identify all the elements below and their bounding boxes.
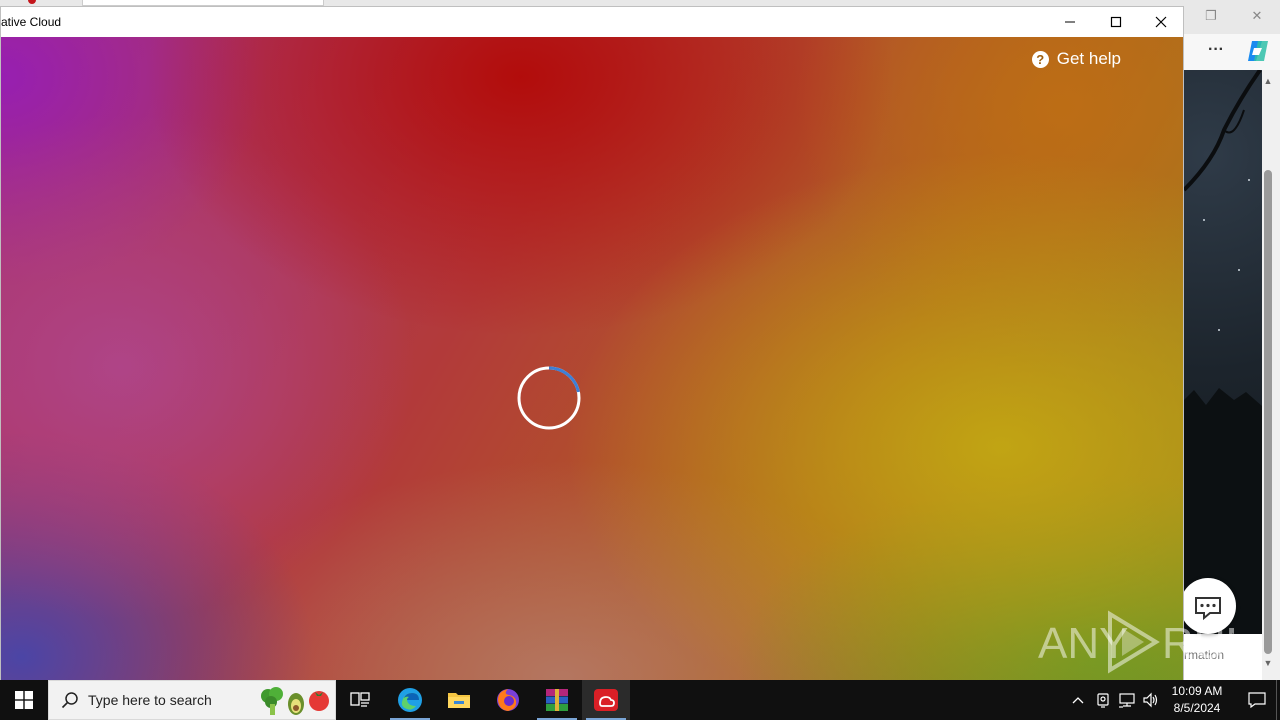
taskbar: Type here to search 10:09 AM 8/5/2024 bbox=[0, 680, 1280, 720]
windows-logo-icon bbox=[15, 691, 33, 709]
watermark-text-right: RUN bbox=[1162, 619, 1234, 668]
loading-spinner bbox=[517, 366, 581, 430]
speaker-icon bbox=[1143, 692, 1158, 708]
browser-restore-icon[interactable]: ❐ bbox=[1200, 6, 1222, 26]
action-center-button[interactable] bbox=[1234, 680, 1280, 720]
edge-taskbar-button[interactable] bbox=[386, 680, 434, 720]
close-button[interactable] bbox=[1138, 7, 1184, 37]
creative-cloud-taskbar-button[interactable] bbox=[582, 680, 630, 720]
task-view-button[interactable] bbox=[336, 680, 384, 720]
maximize-icon bbox=[1110, 16, 1122, 28]
notification-icon bbox=[1248, 692, 1266, 708]
creative-cloud-window: ative Cloud ? Get help bbox=[0, 6, 1184, 680]
clock-time: 10:09 AM bbox=[1171, 684, 1223, 698]
winrar-taskbar-button[interactable] bbox=[533, 680, 581, 720]
browser-tab-favicon bbox=[28, 0, 36, 4]
help-icon: ? bbox=[1031, 50, 1049, 68]
scroll-down-icon[interactable]: ▼ bbox=[1262, 658, 1274, 668]
meet-now-tray-button[interactable] bbox=[1092, 680, 1114, 720]
get-help-link[interactable]: ? Get help bbox=[1031, 47, 1121, 71]
start-button[interactable] bbox=[0, 680, 48, 720]
network-tray-button[interactable] bbox=[1116, 680, 1138, 720]
firefox-taskbar-button[interactable] bbox=[484, 680, 532, 720]
file-explorer-taskbar-button[interactable] bbox=[435, 680, 483, 720]
chevron-up-icon bbox=[1072, 697, 1084, 704]
window-title: ative Cloud bbox=[1, 15, 62, 29]
watermark-text-left: ANY bbox=[1038, 619, 1128, 668]
clock-date: 8/5/2024 bbox=[1173, 701, 1221, 715]
creative-cloud-icon bbox=[594, 689, 618, 711]
taskbar-clock[interactable]: 10:09 AM 8/5/2024 bbox=[1160, 683, 1234, 717]
get-help-label: Get help bbox=[1056, 49, 1121, 68]
file-explorer-icon bbox=[448, 693, 470, 708]
scroll-up-icon[interactable]: ▲ bbox=[1262, 76, 1274, 86]
minimize-icon bbox=[1065, 21, 1075, 23]
edge-icon bbox=[398, 688, 422, 712]
task-view-icon bbox=[350, 692, 370, 707]
volume-tray-button[interactable] bbox=[1140, 680, 1162, 720]
firefox-icon bbox=[497, 689, 519, 711]
close-icon bbox=[1155, 16, 1167, 28]
search-placeholder: Type here to search bbox=[88, 692, 212, 708]
search-icon bbox=[61, 692, 78, 709]
network-icon bbox=[1119, 693, 1135, 708]
browser-scrollbar-thumb[interactable] bbox=[1264, 170, 1272, 654]
minimize-button[interactable] bbox=[1047, 7, 1093, 37]
search-highlight-vegetables-icon[interactable] bbox=[258, 686, 332, 716]
maximize-button[interactable] bbox=[1093, 7, 1139, 37]
browser-page-image bbox=[1184, 70, 1262, 634]
app-content-area: ? Get help bbox=[1, 37, 1183, 680]
show-hidden-icons-button[interactable] bbox=[1066, 680, 1090, 720]
browser-close-icon[interactable]: ✕ bbox=[1246, 6, 1268, 26]
copilot-icon[interactable] bbox=[1244, 38, 1272, 64]
winrar-icon bbox=[546, 689, 568, 711]
more-options-icon[interactable]: ··· bbox=[1204, 40, 1228, 62]
show-desktop-button[interactable] bbox=[1276, 680, 1280, 720]
device-icon bbox=[1097, 693, 1109, 708]
window-titlebar[interactable]: ative Cloud bbox=[1, 7, 1183, 37]
anyrun-watermark: ANY RUN bbox=[1038, 610, 1257, 674]
